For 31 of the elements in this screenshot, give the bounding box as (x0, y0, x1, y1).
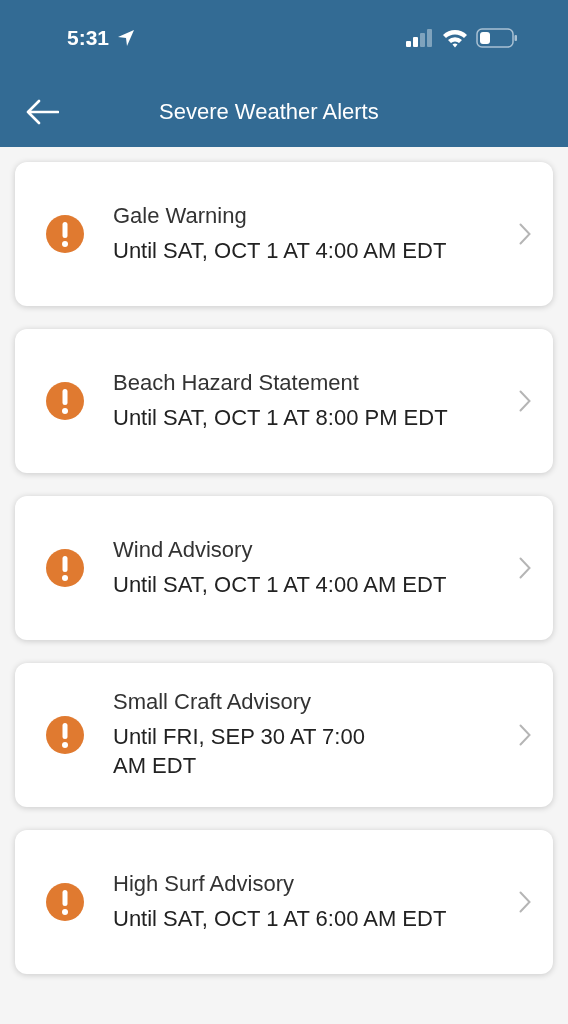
alert-card[interactable]: Beach Hazard Statement Until SAT, OCT 1 AT 8:00 PM EDT (15, 329, 553, 473)
alert-expiry: Until FRI, SEP 30 AT 7:00 AM EDT (113, 723, 366, 780)
status-time: 5:31 (67, 26, 110, 50)
screen-title: Severe Weather Alerts (159, 98, 379, 125)
warning-icon (45, 381, 85, 421)
wifi-icon (442, 28, 468, 48)
alert-expiry: Until SAT, OCT 1 AT 8:00 PM EDT (113, 403, 449, 432)
warning-icon (45, 882, 85, 922)
location-arrow-icon (117, 29, 136, 47)
chevron-right-icon (519, 891, 531, 913)
alert-expiry: Until SAT, OCT 1 AT 6:00 AM EDT (113, 904, 448, 933)
alert-title: Beach Hazard Statement (113, 369, 360, 396)
alert-card[interactable]: Gale Warning Until SAT, OCT 1 AT 4:00 AM EDT (15, 162, 553, 306)
warning-icon (45, 214, 85, 254)
chevron-right-icon (519, 223, 531, 245)
alert-expiry: Until SAT, OCT 1 AT 4:00 AM EDT (113, 570, 448, 599)
alert-title: Gale Warning (113, 202, 248, 229)
alert-card[interactable]: Wind Advisory Until SAT, OCT 1 AT 4:00 AM EDT (15, 496, 553, 640)
alert-title: High Surf Advisory (113, 870, 295, 897)
signal-icon (406, 29, 434, 47)
warning-icon (45, 715, 85, 755)
warning-icon (45, 548, 85, 588)
alert-card[interactable]: High Surf Advisory Until SAT, OCT 1 AT 6:00 AM EDT (15, 830, 553, 974)
alert-title: Small Craft Advisory (113, 689, 313, 716)
chevron-right-icon (519, 724, 531, 746)
chevron-right-icon (519, 557, 531, 579)
battery-icon (476, 28, 518, 48)
alert-card[interactable]: Small Craft Advisory Until FRI, SEP 30 AT 7:00 AM EDT (15, 663, 553, 807)
chevron-right-icon (519, 390, 531, 412)
alert-expiry: Until SAT, OCT 1 AT 4:00 AM EDT (113, 236, 448, 265)
alert-title: Wind Advisory (113, 536, 254, 563)
